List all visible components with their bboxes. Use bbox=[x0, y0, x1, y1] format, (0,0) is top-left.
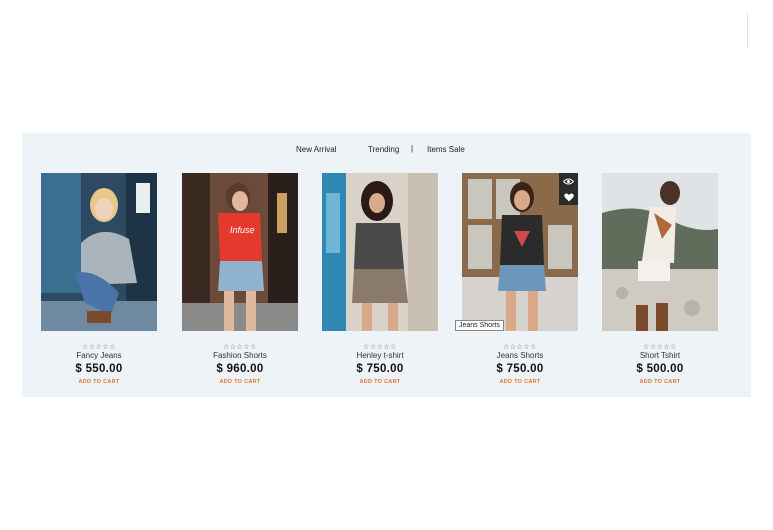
quick-view-button[interactable] bbox=[559, 173, 578, 189]
product-image[interactable] bbox=[602, 173, 718, 331]
product-price: $ 750.00 bbox=[356, 363, 404, 375]
rating-stars: ☆☆☆☆☆ bbox=[82, 344, 116, 351]
eye-icon bbox=[563, 178, 574, 185]
rating-stars: ☆☆☆☆☆ bbox=[503, 344, 537, 351]
add-to-cart-button[interactable]: ADD TO CART bbox=[182, 379, 298, 385]
product-card: ☆☆☆☆☆ Henley t-shirt $ 750.00 ADD TO CAR… bbox=[322, 173, 438, 393]
wishlist-button[interactable] bbox=[559, 189, 578, 205]
product-price: $ 960.00 bbox=[216, 363, 264, 375]
product-name[interactable]: Short Tshirt bbox=[602, 351, 718, 360]
add-to-cart-button[interactable]: ADD TO CART bbox=[462, 379, 578, 385]
product-name[interactable]: Fancy Jeans bbox=[41, 351, 157, 360]
product-price: $ 500.00 bbox=[636, 363, 684, 375]
tab-items-sale[interactable]: Items Sale bbox=[427, 145, 465, 154]
add-to-cart-button[interactable]: ADD TO CART bbox=[322, 379, 438, 385]
product-image[interactable] bbox=[41, 173, 157, 331]
product-name[interactable]: Henley t-shirt bbox=[322, 351, 438, 360]
product-image[interactable] bbox=[462, 173, 578, 331]
divider bbox=[747, 12, 748, 48]
add-to-cart-button[interactable]: ADD TO CART bbox=[41, 379, 157, 385]
rating-stars: ☆☆☆☆☆ bbox=[223, 344, 257, 351]
rating-stars: ☆☆☆☆☆ bbox=[643, 344, 677, 351]
tab-trending[interactable]: Trending bbox=[368, 145, 399, 154]
product-name[interactable]: Jeans Shorts bbox=[462, 351, 578, 360]
product-image[interactable]: Infuse bbox=[182, 173, 298, 331]
product-name[interactable]: Fashion Shorts bbox=[182, 351, 298, 360]
heart-icon bbox=[563, 192, 574, 202]
product-price: $ 550.00 bbox=[75, 363, 123, 375]
tab-separator: | bbox=[411, 144, 414, 153]
quick-actions-overlay bbox=[559, 173, 578, 205]
product-price: $ 750.00 bbox=[496, 363, 544, 375]
product-card: ☆☆☆☆☆ Short Tshirt $ 500.00 ADD TO CART bbox=[602, 173, 718, 393]
product-card: Infuse ☆☆☆☆☆ Fashion Shorts $ 960.00 ADD… bbox=[182, 173, 298, 393]
product-section: New Arrival Trending | Items Sale ☆☆☆☆☆ … bbox=[22, 133, 751, 397]
add-to-cart-button[interactable]: ADD TO CART bbox=[602, 379, 718, 385]
product-card: Jeans Shorts ☆☆☆☆☆ Jeans Shorts $ 750.00… bbox=[455, 173, 578, 393]
tab-new-arrival[interactable]: New Arrival bbox=[296, 145, 336, 154]
tooltip: Jeans Shorts bbox=[455, 320, 504, 331]
product-image[interactable] bbox=[322, 173, 438, 331]
rating-stars: ☆☆☆☆☆ bbox=[363, 344, 397, 351]
tab-bar: New Arrival Trending | Items Sale bbox=[22, 144, 751, 159]
product-card: ☆☆☆☆☆ Fancy Jeans $ 550.00 ADD TO CART bbox=[41, 173, 157, 393]
svg-text:Infuse: Infuse bbox=[230, 225, 255, 235]
